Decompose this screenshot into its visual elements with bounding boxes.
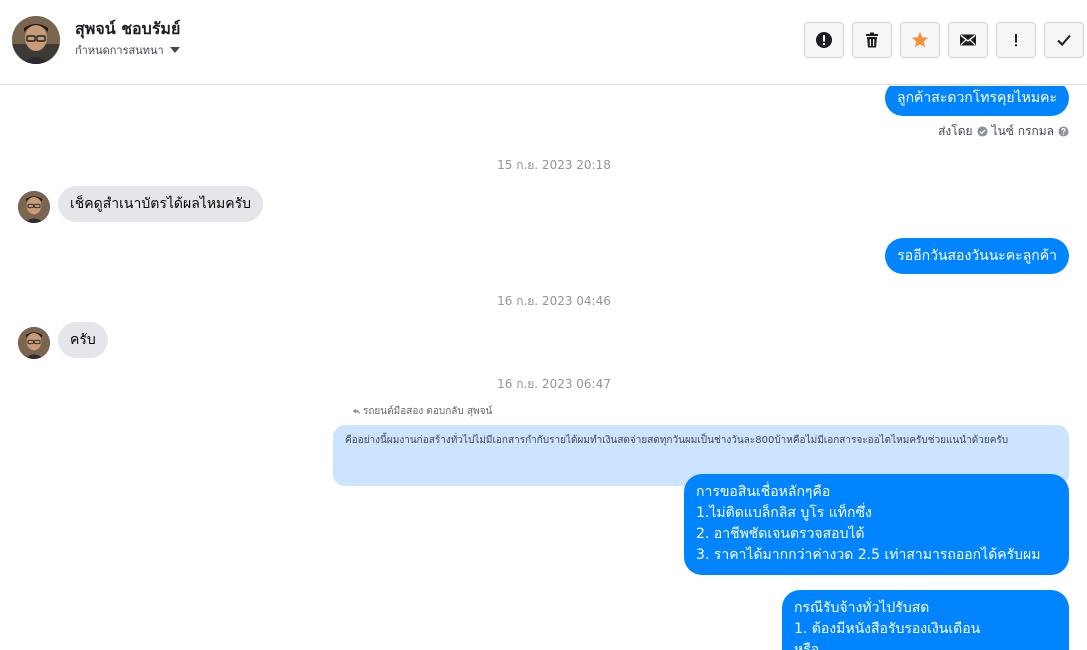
trash-icon <box>866 32 878 48</box>
sent-by-name: ไนซ์ กรกมล <box>991 124 1054 138</box>
caret-down-icon <box>169 47 180 53</box>
reply-arrow-icon <box>352 408 361 415</box>
exclamation-icon <box>1015 34 1017 47</box>
message-line: 2. อาชีพชัดเจนตรวจสอบได้ <box>696 526 865 542</box>
spam-button[interactable] <box>996 22 1036 58</box>
timestamp: 15 ก.ย. 2023 20:18 <box>497 158 611 172</box>
contact-avatar-small[interactable] <box>18 327 50 359</box>
mail-icon <box>960 34 976 46</box>
avatar-photo-icon <box>18 327 50 359</box>
contact-name: สุพจน์ ชอบรัมย์ <box>75 19 181 38</box>
timestamp: 16 ก.ย. 2023 06:47 <box>497 377 611 391</box>
conversation-setting-label: กำหนดการสนทนา <box>75 44 164 57</box>
outgoing-message[interactable]: ลูกค้าสะดวกโทรคุยไหมคะ <box>885 86 1069 116</box>
message-thread[interactable]: ลูกค้าสะดวกโทรคุยไหมคะ ส่งโดย ไนซ์ กรกมล… <box>0 86 1087 650</box>
message-line: หรือ <box>794 642 820 650</box>
reply-context: รถยนต์มือสอง ตอบกลับ สุพจน์ <box>352 404 492 419</box>
report-icon <box>816 32 832 48</box>
incoming-message[interactable]: เช็คดูสำเนาบัตรได้ผลไหมครับ <box>58 186 264 222</box>
message-line: 1. ต้องมีหนังสือรับรองเงินเดือน <box>794 621 981 637</box>
delete-button[interactable] <box>852 22 892 58</box>
reply-label: รถยนต์มือสอง ตอบกลับ สุพจน์ <box>363 406 493 417</box>
timestamp: 16 ก.ย. 2023 04:46 <box>497 294 611 308</box>
mark-done-button[interactable] <box>1044 22 1084 58</box>
conversation-setting-dropdown[interactable]: กำหนดการสนทนา <box>75 41 180 59</box>
incoming-message[interactable]: ครับ <box>58 322 108 358</box>
avatar-photo-icon <box>18 191 50 223</box>
mark-unread-button[interactable] <box>948 22 988 58</box>
help-icon[interactable] <box>1058 126 1069 137</box>
message-line: กรณีรับจ้างทั่วไปรับสด <box>794 600 930 616</box>
report-button[interactable] <box>804 22 844 58</box>
avatar-photo-icon <box>12 16 60 64</box>
contact-avatar-small[interactable] <box>18 191 50 223</box>
outgoing-message[interactable]: การขอสินเชื่อหลักๆคือ 1.ไม่ติดแบล็กลิส บ… <box>684 474 1069 575</box>
star-button[interactable] <box>900 22 940 58</box>
message-line: การขอสินเชื่อหลักๆคือ <box>696 484 831 500</box>
outgoing-message[interactable]: รออีกวันสองวันนะคะลูกค้า <box>885 238 1069 274</box>
action-toolbar <box>804 22 1084 58</box>
contact-avatar[interactable] <box>12 16 60 64</box>
conversation-header: สุพจน์ ชอบรัมย์ กำหนดการสนทนา <box>0 0 1087 85</box>
message-line: 3. ราคาได้มากกว่าค่างวด 2.5 เท่าสามารถออ… <box>696 547 1041 563</box>
star-icon <box>912 32 928 48</box>
check-circle-icon <box>977 126 988 137</box>
outgoing-message[interactable]: กรณีรับจ้างทั่วไปรับสด 1. ต้องมีหนังสือร… <box>782 590 1069 650</box>
check-icon <box>1057 34 1071 46</box>
message-line: 1.ไม่ติดแบล็กลิส บูโร แท็กซึ่ง <box>696 505 872 521</box>
sent-by-info: ส่งโดย ไนซ์ กรกมล <box>938 122 1069 141</box>
sent-by-label: ส่งโดย <box>938 124 973 138</box>
